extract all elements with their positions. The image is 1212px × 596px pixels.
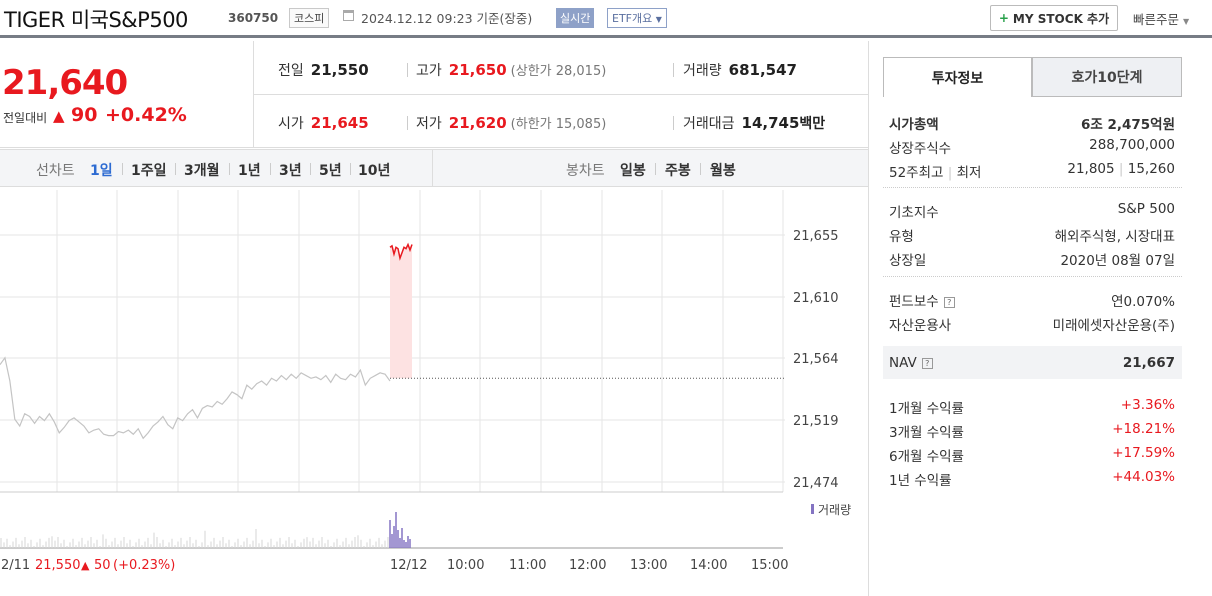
quick-order-button[interactable]: 빠른주문 ▼ — [1133, 9, 1189, 28]
info-row-return-6m: 6개월 수익률 +17.59% — [889, 445, 1175, 465]
timestamp: 2024.12.12 09:23 기준(장중) — [361, 11, 533, 26]
divider — [432, 150, 433, 187]
current-price-panel: 21,640 전일대비 ▲ 90 +0.42% — [0, 41, 254, 148]
tab-order-book[interactable]: 호가10단계 — [1032, 57, 1182, 97]
divider — [655, 163, 656, 175]
info-row-return-3m: 3개월 수익률 +18.21% — [889, 421, 1175, 441]
x-tick-label: 2/11 — [1, 558, 30, 573]
stock-code: 360750 — [228, 11, 279, 25]
divider — [122, 163, 123, 175]
header: TIGER 미국S&P500 360750 코스피 2024.12.12 09:… — [0, 0, 1212, 38]
info-row-asset-manager: 자산운용사 미래에셋자산운용(주) — [889, 318, 1175, 334]
candle-chart-label: 봉차트 — [566, 163, 605, 179]
tab-candle-daily[interactable]: 일봉 — [620, 160, 646, 180]
info-row-base-index: 기초지수 S&P 500 — [889, 201, 1175, 221]
page-title: TIGER 미국S&P500 — [4, 8, 188, 32]
current-price: 21,640 — [2, 63, 128, 103]
y-tick-label: 21,610 — [793, 291, 839, 306]
high-price: 고가 21,650 (상한가 28,015) — [416, 61, 607, 79]
investment-info-panel: 투자정보 호가10단계 시가총액 6조 2,475억원 상장주식수 288,700,… — [868, 41, 1212, 596]
y-tick-label: 21,519 — [793, 414, 839, 429]
tab-period-1w[interactable]: 1주일 — [131, 160, 167, 180]
volume-legend: 거래량 — [818, 503, 851, 517]
calendar-icon — [343, 10, 354, 21]
divider — [270, 163, 271, 175]
x-tick-label: 12/12 — [390, 558, 427, 573]
prev-day-change: 50 — [94, 558, 111, 573]
today-price-area — [390, 244, 412, 379]
prev-day-price-line — [0, 356, 391, 440]
divider — [673, 63, 674, 77]
divider — [700, 163, 701, 175]
info-row-listing-date: 상장일 2020년 08월 07일 — [889, 253, 1175, 269]
x-tick-label: 13:00 — [630, 558, 667, 573]
tab-period-1d[interactable]: 1일 — [90, 160, 113, 180]
divider — [407, 116, 408, 130]
tab-candle-weekly[interactable]: 주봉 — [665, 160, 691, 180]
y-tick-label: 21,474 — [793, 476, 839, 491]
trade-amount: 거래대금 14,745백만 — [683, 114, 826, 132]
prev-day-close: 21,550 — [35, 558, 81, 573]
divider — [407, 63, 408, 77]
chart-tabs: 선차트 1일 1주일 3개월 1년 3년 5년 10년 봉차트 일봉 주봉 월봉 — [0, 149, 868, 187]
info-row-fund-fee: 펀드보수? 연0.070% — [889, 294, 1175, 310]
info-row-52week: 52주최고 | 최저 21,805 | 15,260 — [889, 161, 1175, 181]
tab-period-3y[interactable]: 3년 — [279, 160, 302, 180]
realtime-badge: 실시간 — [556, 8, 595, 28]
prev-day-rate: (+0.23%) — [113, 558, 175, 573]
divider — [883, 276, 1182, 277]
tab-period-5y[interactable]: 5년 — [319, 160, 342, 180]
x-tick-label: 12:00 — [569, 558, 606, 573]
quick-order-label: 빠른주문 — [1133, 12, 1180, 27]
up-triangle-icon: ▲ — [53, 107, 65, 125]
info-row-return-1m: 1개월 수익률 +3.36% — [889, 397, 1175, 417]
up-triangle-icon: ▲ — [81, 559, 90, 572]
x-tick-label: 10:00 — [447, 558, 484, 573]
volume-legend-swatch — [811, 504, 814, 514]
change-value: 90 — [71, 104, 98, 126]
info-row-type: 유형 해외주식형, 시장대표 — [889, 229, 1175, 245]
chevron-down-icon: ▼ — [655, 15, 662, 24]
divider — [310, 163, 311, 175]
divider — [175, 163, 176, 175]
add-mystock-label: MY STOCK 추가 — [1012, 11, 1110, 26]
tab-period-10y[interactable]: 10년 — [358, 160, 390, 180]
x-tick-label: 15:00 — [751, 558, 788, 573]
change-label: 전일대비 — [3, 111, 48, 125]
chevron-down-icon: ▼ — [1183, 17, 1190, 26]
info-row-nav: NAV? 21,667 — [889, 355, 1175, 371]
x-tick-label: 14:00 — [690, 558, 727, 573]
plus-icon: + — [998, 11, 1009, 25]
info-row-market-cap: 시가총액 6조 2,475억원 — [889, 117, 1175, 133]
price-chart[interactable]: 21,655 21,610 21,564 21,519 21,474 2/11 12/12… — [0, 188, 868, 596]
help-icon[interactable]: ? — [943, 296, 955, 308]
line-chart-label: 선차트 — [36, 163, 75, 179]
tab-investment-info[interactable]: 투자정보 — [883, 57, 1032, 97]
tab-period-3m[interactable]: 3개월 — [184, 160, 220, 180]
prev-close: 전일 21,550 — [278, 61, 369, 79]
tab-period-1y[interactable]: 1년 — [238, 160, 261, 180]
etf-overview-label: ETF개요 — [612, 12, 653, 25]
volume: 거래량 681,547 — [683, 61, 797, 79]
divider — [883, 187, 1182, 188]
divider — [254, 94, 868, 95]
help-icon[interactable]: ? — [921, 357, 933, 369]
etf-overview-dropdown[interactable]: ETF개요 ▼ — [607, 8, 667, 28]
info-row-return-1y: 1년 수익률 +44.03% — [889, 469, 1175, 489]
open-price: 시가 21,645 — [278, 114, 369, 132]
low-price: 저가 21,620 (하한가 15,085) — [416, 114, 607, 132]
info-row-shares: 상장주식수 288,700,000 — [889, 137, 1175, 157]
x-tick-label: 11:00 — [509, 558, 546, 573]
divider — [229, 163, 230, 175]
market-badge: 코스피 — [289, 8, 330, 28]
y-tick-label: 21,564 — [793, 352, 839, 367]
change-rate: +0.42% — [105, 104, 187, 126]
add-mystock-button[interactable]: + MY STOCK 추가 — [990, 5, 1118, 31]
prev-day-info: 21,550 ▲ 50 (+0.23%) — [35, 558, 175, 573]
price-summary: 21,640 전일대비 ▲ 90 +0.42% 전일 21,550 고가 21,65… — [0, 41, 868, 148]
y-tick-label: 21,655 — [793, 229, 839, 244]
tab-candle-monthly[interactable]: 월봉 — [710, 160, 736, 180]
divider — [350, 163, 351, 175]
divider — [673, 116, 674, 130]
